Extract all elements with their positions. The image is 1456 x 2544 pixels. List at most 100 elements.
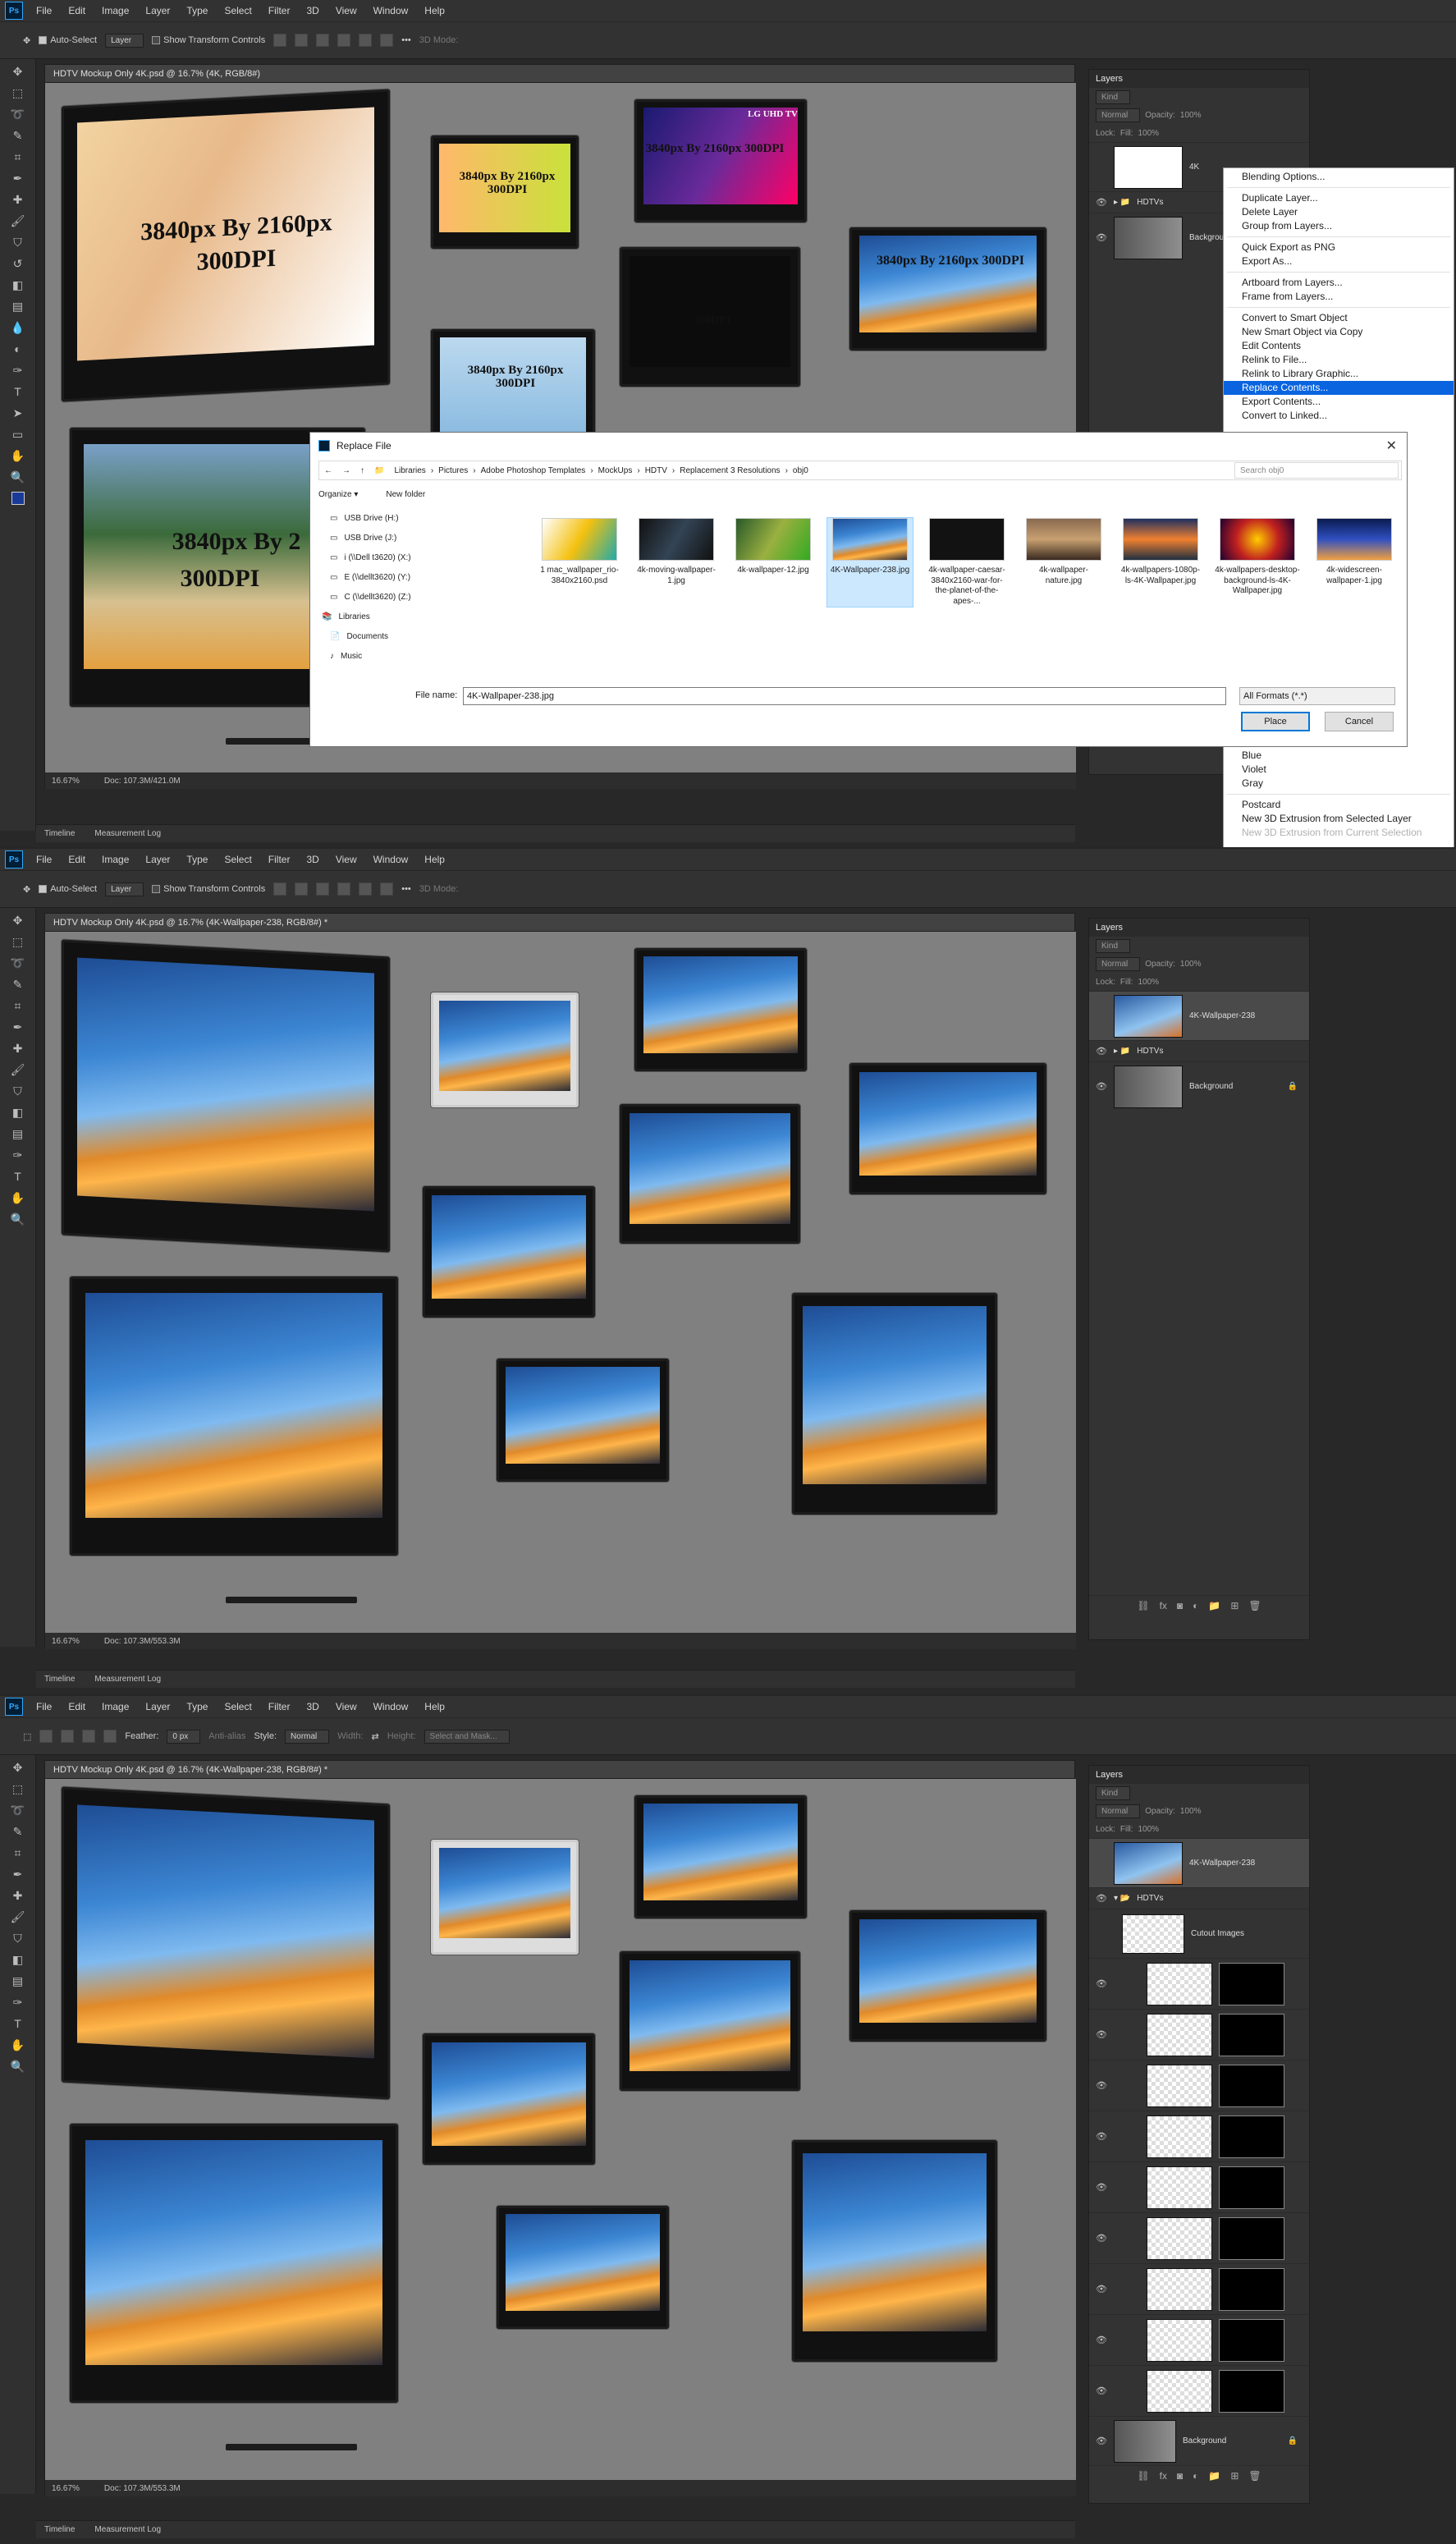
fill-value[interactable]: 100% <box>1138 129 1159 138</box>
quick-select-tool-icon[interactable]: ✎ <box>7 975 30 993</box>
align-icon[interactable] <box>337 34 351 47</box>
menu-select[interactable]: Select <box>216 854 259 865</box>
zoom-level[interactable]: 16.67% <box>52 777 80 786</box>
opacity-value[interactable]: 100% <box>1180 111 1202 120</box>
layers-panel-title[interactable]: Layers <box>1089 1766 1309 1784</box>
layer-background[interactable]: 👁 Background 🔒 <box>1089 2416 1309 2465</box>
blend-mode-dropdown[interactable]: Normal <box>1096 108 1141 122</box>
align-icon[interactable] <box>295 34 309 47</box>
brush-tool-icon[interactable]: 🖌 <box>7 1061 30 1079</box>
file-item[interactable]: 4k-wallpaper-nature.jpg <box>1021 518 1106 607</box>
add-selection-icon[interactable] <box>61 1730 75 1743</box>
layer-background[interactable]: 👁 Background 🔒 <box>1089 1061 1309 1111</box>
search-input[interactable]: Search obj0 <box>1234 462 1399 479</box>
layer-mask-thumbnail[interactable] <box>1219 2318 1284 2362</box>
eraser-tool-icon[interactable]: ◧ <box>7 276 30 294</box>
layer-clip[interactable]: 👁 <box>1089 2365 1309 2416</box>
feather-input[interactable]: 0 px <box>167 1729 201 1744</box>
ctx-item[interactable]: Export As... <box>1224 254 1454 268</box>
history-brush-icon[interactable]: ↺ <box>7 254 30 273</box>
group-icon[interactable]: 📁 <box>1208 1600 1220 1611</box>
breadcrumb[interactable]: Adobe Photoshop Templates <box>476 466 591 475</box>
document-tab[interactable]: HDTV Mockup Only 4K.psd @ 16.7% (4K-Wall… <box>45 914 1074 932</box>
ctx-item[interactable]: Blue <box>1224 749 1454 763</box>
menu-select[interactable]: Select <box>216 1701 259 1712</box>
visibility-eye-icon[interactable]: 👁 <box>1096 2386 1107 2396</box>
timeline-tab[interactable]: Timeline <box>44 2525 75 2534</box>
menu-help[interactable]: Help <box>416 1701 453 1712</box>
canvas[interactable] <box>45 932 1076 1633</box>
kind-dropdown[interactable]: Kind <box>1096 89 1131 104</box>
menu-layer[interactable]: Layer <box>137 1701 178 1712</box>
menu-help[interactable]: Help <box>416 854 453 865</box>
menu-edit[interactable]: Edit <box>60 5 94 16</box>
menu-image[interactable]: Image <box>94 854 137 865</box>
document-tab[interactable]: HDTV Mockup Only 4K.psd @ 16.7% (4K, RGB… <box>45 65 1074 83</box>
lasso-tool-icon[interactable]: ➰ <box>7 105 30 123</box>
adjustment-icon[interactable]: ◐ <box>1193 2470 1198 2482</box>
eyedropper-tool-icon[interactable]: ✒ <box>7 169 30 187</box>
align-icon[interactable] <box>295 882 309 896</box>
marquee-tool-icon[interactable]: ⬚ <box>7 933 30 951</box>
nav-item[interactable]: ▭ E (\\dellt3620) (Y:) <box>318 567 524 587</box>
visibility-eye-icon[interactable]: 👁 <box>1096 1978 1107 1989</box>
menu-file[interactable]: File <box>28 1701 60 1712</box>
style-dropdown[interactable]: Normal <box>285 1729 330 1744</box>
menu-filter[interactable]: Filter <box>260 5 299 16</box>
menu-file[interactable]: File <box>28 5 60 16</box>
visibility-eye-icon[interactable]: 👁 <box>1096 2335 1107 2345</box>
healing-tool-icon[interactable]: ✚ <box>7 1039 30 1057</box>
gradient-tool-icon[interactable]: ▤ <box>7 297 30 315</box>
move-tool-icon[interactable]: ✥ <box>23 884 30 895</box>
swap-icon[interactable]: ⇄ <box>371 1731 378 1742</box>
menu-help[interactable]: Help <box>416 5 453 16</box>
layer-group[interactable]: 👁 ▾ 📂 HDTVs <box>1089 1887 1309 1909</box>
ctx-item[interactable]: Blending Options... <box>1224 170 1454 184</box>
layer-clip[interactable]: 👁 <box>1089 2009 1309 2060</box>
adjustment-icon[interactable]: ◐ <box>1193 1600 1198 1611</box>
ctx-item[interactable]: Postcard <box>1224 798 1454 812</box>
path-select-tool-icon[interactable]: ➤ <box>7 404 30 422</box>
blend-mode-dropdown[interactable]: Normal <box>1096 1804 1141 1818</box>
more-options-icon[interactable]: ••• <box>401 35 411 45</box>
timeline-tab[interactable]: Timeline <box>44 1675 75 1684</box>
nav-item[interactable]: ▭ USB Drive (H:) <box>318 508 524 528</box>
link-icon[interactable]: ⛓ <box>1137 1600 1149 1611</box>
visibility-eye-icon[interactable]: 👁 <box>1096 2284 1107 2294</box>
marquee-tool-icon[interactable]: ⬚ <box>7 1780 30 1798</box>
layer-mask-thumbnail[interactable] <box>1219 2166 1284 2209</box>
layer-mask-thumbnail[interactable] <box>1219 2064 1284 2107</box>
move-tool-icon[interactable]: ✥ <box>23 35 30 46</box>
align-icon[interactable] <box>316 34 330 47</box>
visibility-eye-icon[interactable]: 👁 <box>1096 2131 1107 2142</box>
menu-window[interactable]: Window <box>365 5 417 16</box>
zoom-level[interactable]: 16.67% <box>52 1637 80 1646</box>
timeline-tab[interactable]: Timeline <box>44 829 75 838</box>
layer-smart-object[interactable]: 4K-Wallpaper-238 <box>1089 991 1309 1040</box>
subtract-selection-icon[interactable] <box>82 1730 96 1743</box>
move-tool-icon[interactable]: ✥ <box>7 911 30 929</box>
measurement-log-tab[interactable]: Measurement Log <box>94 2525 161 2534</box>
align-icon[interactable] <box>359 34 373 47</box>
ctx-item[interactable]: Relink to Library Graphic... <box>1224 367 1454 381</box>
breadcrumb[interactable]: Pictures <box>433 466 473 475</box>
layer-clip[interactable]: 👁 <box>1089 2212 1309 2263</box>
menu-window[interactable]: Window <box>365 1701 417 1712</box>
kind-dropdown[interactable]: Kind <box>1096 938 1131 953</box>
layer-clip[interactable]: 👁 <box>1089 2161 1309 2212</box>
visibility-eye-icon[interactable]: 👁 <box>1096 2080 1107 2091</box>
menu-view[interactable]: View <box>327 1701 365 1712</box>
file-item[interactable]: 1 mac_wallpaper_rio-3840x2160.psd <box>537 518 622 607</box>
menu-view[interactable]: View <box>327 5 365 16</box>
nav-item[interactable]: ▭ C (\\dellt3620) (Z:) <box>318 587 524 607</box>
trash-icon[interactable]: 🗑 <box>1248 1600 1261 1611</box>
align-icon[interactable] <box>273 882 287 896</box>
file-item[interactable]: 4k-wallpaper-caesar-3840x2160-war-for-th… <box>924 518 1010 607</box>
visibility-eye-icon[interactable]: 👁 <box>1096 1081 1107 1092</box>
hand-tool-icon[interactable]: ✋ <box>7 447 30 465</box>
lasso-tool-icon[interactable]: ➰ <box>7 1801 30 1819</box>
layer-clip[interactable]: 👁 <box>1089 2060 1309 2111</box>
place-button[interactable]: Place <box>1241 712 1310 731</box>
file-item[interactable]: 4k-widescreen-wallpaper-1.jpg <box>1312 518 1397 607</box>
mask-icon[interactable]: ◙ <box>1177 1600 1183 1611</box>
